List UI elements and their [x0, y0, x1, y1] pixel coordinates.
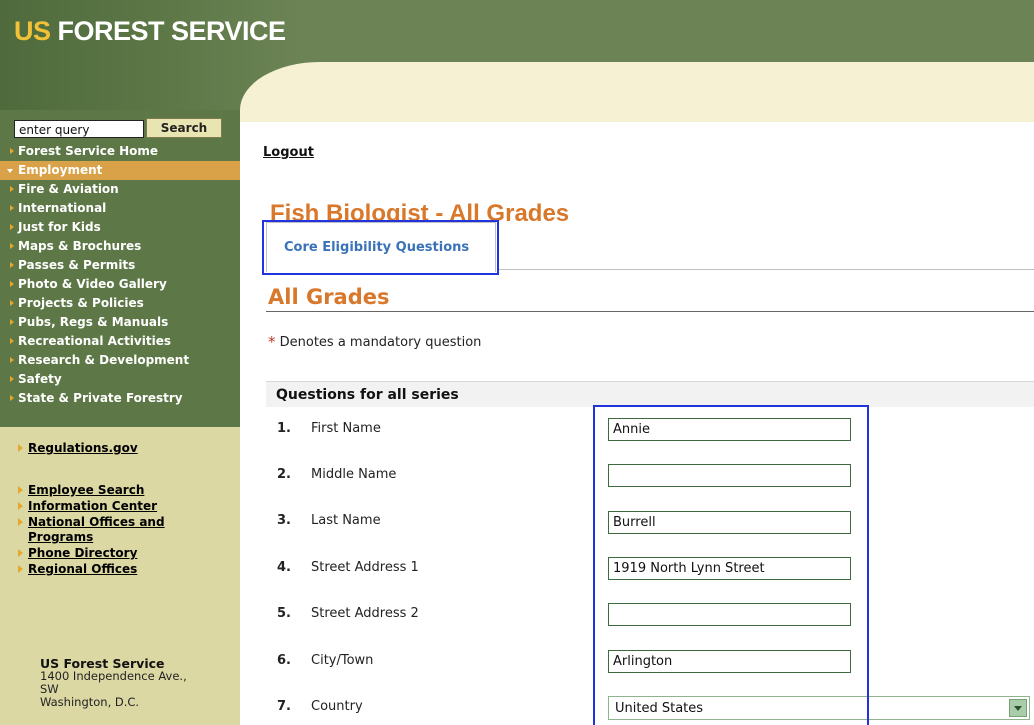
question-label-city-town: City/Town	[311, 653, 374, 668]
link-information-center[interactable]: Information Center	[18, 499, 157, 513]
link-national-offices[interactable]: National Offices and	[18, 515, 165, 529]
question-number: 1.	[277, 421, 291, 436]
link-regional-offices[interactable]: Regional Offices	[18, 562, 137, 576]
arrow-right-icon	[10, 262, 14, 268]
arrow-right-icon	[18, 444, 23, 452]
sidebar: enter query Search Forest Service Home E…	[0, 110, 240, 725]
question-label-country: Country	[311, 699, 363, 714]
question-label-street-address-2: Street Address 2	[311, 606, 419, 621]
search-input[interactable]: enter query	[14, 120, 144, 138]
arrow-right-icon	[10, 319, 14, 325]
question-label-first-name: First Name	[311, 421, 381, 436]
site-header: US FOREST SERVICE	[0, 0, 1034, 122]
question-number: 4.	[277, 560, 291, 575]
questions-header-label: Questions for all series	[276, 387, 459, 403]
arrow-right-icon	[18, 549, 23, 557]
mandatory-asterisk: *	[268, 333, 276, 351]
link-regulations-gov[interactable]: Regulations.gov	[18, 441, 138, 455]
agency-address: US Forest Service 1400 Independence Ave.…	[40, 657, 220, 709]
question-number: 7.	[277, 699, 291, 714]
nav-item-forest-service-home[interactable]: Forest Service Home	[0, 142, 240, 161]
arrow-right-icon	[10, 243, 14, 249]
arrow-right-icon	[10, 148, 14, 154]
nav-item-pubs-regs-manuals[interactable]: Pubs, Regs & Manuals	[0, 313, 240, 332]
nav-item-employment[interactable]: Employment	[0, 161, 240, 180]
logout-link[interactable]: Logout	[263, 145, 314, 160]
arrow-right-icon	[10, 338, 14, 344]
mandatory-text: Denotes a mandatory question	[275, 335, 482, 350]
country-select-value: United States	[615, 701, 704, 716]
tab-core-eligibility[interactable]: Core Eligibility Questions	[266, 222, 496, 272]
arrow-right-icon	[10, 281, 14, 287]
search-button[interactable]: Search	[146, 118, 222, 138]
mandatory-note: * Denotes a mandatory question	[268, 333, 481, 351]
arrow-right-icon	[10, 376, 14, 382]
header-cream-band	[240, 62, 1034, 122]
city-town-field[interactable]: Arlington	[608, 650, 851, 673]
last-name-field[interactable]: Burrell	[608, 511, 851, 534]
arrow-right-icon	[18, 486, 23, 494]
question-label-street-address-1: Street Address 1	[311, 560, 419, 575]
street-address-2-field[interactable]	[608, 603, 851, 626]
chevron-down-icon[interactable]	[1009, 699, 1027, 717]
section-divider	[266, 311, 1034, 312]
arrow-right-icon	[10, 357, 14, 363]
nav-item-safety[interactable]: Safety	[0, 370, 240, 389]
link-employee-search[interactable]: Employee Search	[18, 483, 144, 497]
section-title: All Grades	[268, 285, 390, 309]
nav-item-photo-video-gallery[interactable]: Photo & Video Gallery	[0, 275, 240, 294]
question-label-middle-name: Middle Name	[311, 467, 397, 482]
tab-divider	[497, 269, 1034, 270]
link-phone-directory[interactable]: Phone Directory	[18, 546, 137, 560]
link-national-offices-line2[interactable]: Programs	[28, 530, 93, 544]
arrow-right-icon	[18, 565, 23, 573]
arrow-right-icon	[18, 502, 23, 510]
nav-item-maps-brochures[interactable]: Maps & Brochures	[0, 237, 240, 256]
nav-item-just-for-kids[interactable]: Just for Kids	[0, 218, 240, 237]
question-number: 2.	[277, 467, 291, 482]
site-logo[interactable]: US FOREST SERVICE	[14, 16, 286, 47]
question-label-last-name: Last Name	[311, 513, 381, 528]
arrow-right-icon	[18, 518, 23, 526]
nav-item-recreational-activities[interactable]: Recreational Activities	[0, 332, 240, 351]
logo-forest-service-text: FOREST SERVICE	[50, 16, 287, 46]
nav-item-projects-policies[interactable]: Projects & Policies	[0, 294, 240, 313]
tab-label: Core Eligibility Questions	[284, 240, 470, 255]
nav-item-state-private-forestry[interactable]: State & Private Forestry	[0, 389, 240, 408]
arrow-right-icon	[10, 224, 14, 230]
address-line: Washington, D.C.	[40, 695, 140, 709]
arrow-right-icon	[10, 395, 14, 401]
first-name-field[interactable]: Annie	[608, 418, 851, 441]
logo-us-text: US	[14, 16, 51, 46]
country-select[interactable]: United States	[608, 696, 1030, 720]
sidebar-nav: Forest Service Home Employment Fire & Av…	[0, 142, 240, 408]
arrow-right-icon	[10, 300, 14, 306]
nav-item-research-development[interactable]: Research & Development	[0, 351, 240, 370]
middle-name-field[interactable]	[608, 464, 851, 487]
street-address-1-field[interactable]: 1919 North Lynn Street	[608, 557, 851, 580]
arrow-right-icon	[10, 186, 14, 192]
nav-item-passes-permits[interactable]: Passes & Permits	[0, 256, 240, 275]
arrow-down-icon	[7, 169, 13, 173]
nav-item-international[interactable]: International	[0, 199, 240, 218]
address-line: 1400 Independence Ave.,	[40, 669, 187, 683]
question-number: 6.	[277, 653, 291, 668]
nav-item-fire-aviation[interactable]: Fire & Aviation	[0, 180, 240, 199]
question-number: 3.	[277, 513, 291, 528]
question-number: 5.	[277, 606, 291, 621]
arrow-right-icon	[10, 205, 14, 211]
questions-header: Questions for all series	[266, 381, 1034, 407]
